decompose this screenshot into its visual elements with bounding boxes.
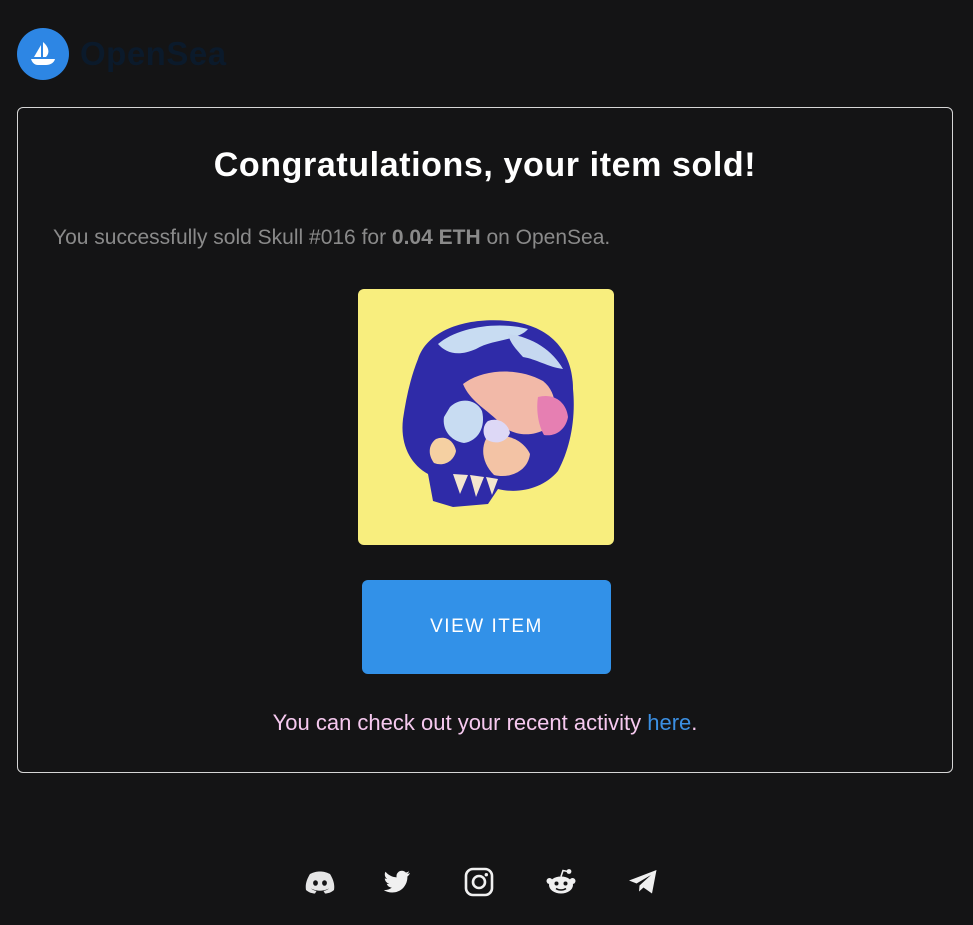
twitter-icon[interactable] (377, 862, 417, 902)
sale-card: Congratulations, your item sold! You suc… (17, 107, 953, 773)
instagram-icon[interactable] (459, 862, 499, 902)
reddit-icon[interactable] (541, 862, 581, 902)
telegram-icon[interactable] (623, 862, 663, 902)
social-links (300, 862, 670, 902)
opensea-logo-icon (17, 28, 69, 80)
activity-prefix: You can check out your recent activity (272, 710, 648, 735)
sale-message: You successfully sold Skull #016 for 0.0… (53, 226, 610, 250)
discord-icon[interactable] (300, 862, 340, 902)
sale-message-prefix: You successfully sold Skull #016 for (53, 226, 392, 249)
sale-price: 0.04 ETH (391, 226, 481, 249)
view-item-button[interactable]: VIEW ITEM (362, 580, 611, 674)
brand-header[interactable]: OpenSea (17, 28, 227, 80)
activity-suffix: . (691, 710, 698, 735)
brand-name: OpenSea (80, 35, 227, 72)
item-image[interactable] (358, 289, 614, 545)
skull-artwork-icon (402, 320, 574, 507)
activity-link[interactable]: here (647, 710, 691, 735)
sale-message-suffix: on OpenSea. (480, 226, 611, 249)
email-page: OpenSea Congratulations, your item sold!… (0, 0, 973, 925)
page-title: Congratulations, your item sold! (213, 146, 757, 184)
activity-text: You can check out your recent activity h… (18, 710, 952, 736)
